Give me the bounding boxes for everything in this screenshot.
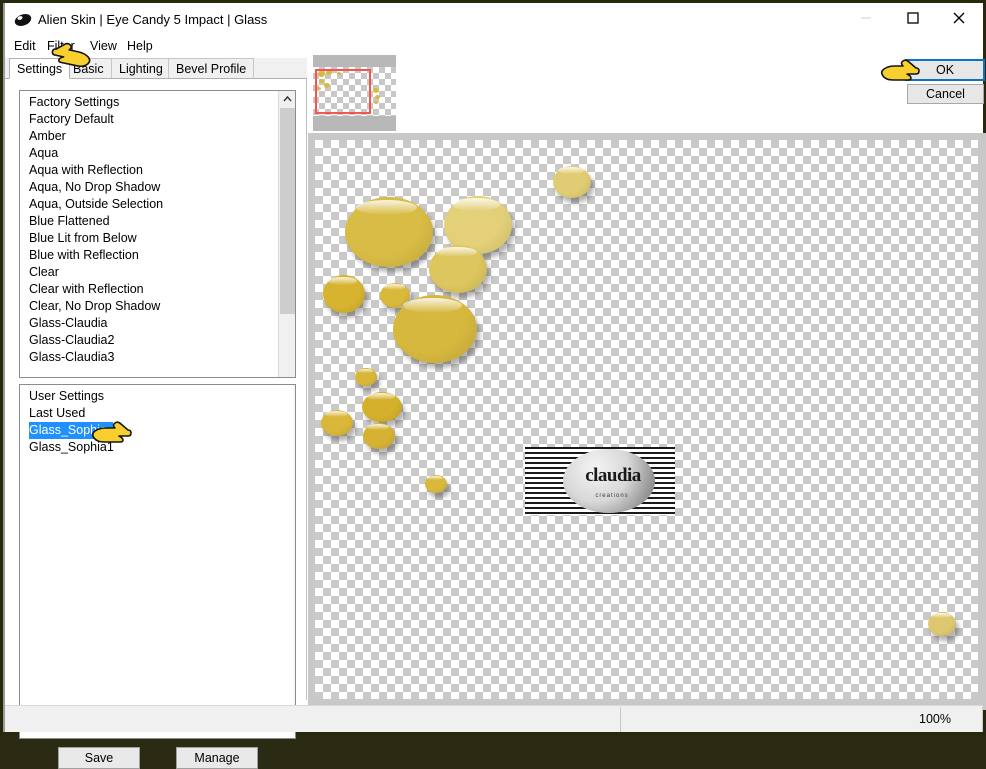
factory-settings-header: Factory Settings — [29, 95, 120, 109]
scrollbar-thumb[interactable] — [280, 108, 295, 314]
factory-list-item[interactable]: Glass-Claudia2 — [20, 332, 295, 349]
factory-settings-items: Factory Default Amber Aqua Aqua with Reflec… — [20, 111, 295, 366]
factory-list-item[interactable]: Aqua with Reflection — [20, 162, 295, 179]
user-settings-list[interactable]: User Settings Last Used Glass_Sophia Glass… — [19, 384, 296, 739]
factory-settings-list[interactable]: Factory Settings Factory Default Amber Aqu… — [19, 90, 296, 378]
preview-canvas[interactable]: claudia creations — [315, 140, 978, 699]
menu-item-filter[interactable]: Filter — [43, 38, 79, 54]
factory-list-item[interactable]: Blue Lit from Below — [20, 230, 295, 247]
status-separator — [982, 707, 983, 732]
status-bar: 100% — [5, 705, 983, 732]
tab-basic[interactable]: Basic — [65, 58, 112, 79]
user-list-item[interactable]: Glass_Sophia — [20, 422, 295, 439]
application-window: Alien Skin | Eye Candy 5 Impact | Glass … — [0, 0, 986, 769]
claudia-watermark: claudia creations — [525, 447, 675, 515]
settings-panel: Factory Settings Factory Default Amber Aqu… — [5, 79, 307, 769]
blob-highlight — [557, 167, 585, 175]
factory-list-item[interactable]: Aqua, No Drop Shadow — [20, 179, 295, 196]
blob-highlight — [403, 297, 462, 313]
blob-highlight — [324, 411, 348, 417]
blob-highlight — [366, 393, 395, 400]
close-icon[interactable] — [936, 3, 982, 33]
blob-highlight — [366, 424, 390, 430]
preview-area[interactable]: claudia creations — [308, 133, 986, 710]
glass-blob — [345, 197, 433, 267]
blob-highlight — [931, 612, 951, 619]
user-list-item[interactable]: Glass_Sophia1 — [20, 439, 295, 456]
blob-highlight — [355, 199, 418, 216]
factory-list-item[interactable]: Blue with Reflection — [20, 247, 295, 264]
maximize-icon[interactable] — [890, 3, 936, 33]
zoom-level-label: 100% — [919, 712, 951, 726]
blob-highlight — [328, 276, 358, 285]
navigator-viewport-rect[interactable] — [315, 69, 371, 114]
tab-strip: Settings Basic Lighting Bevel Profile — [5, 58, 307, 79]
menu-item-help[interactable]: Help — [123, 38, 157, 54]
factory-list-item[interactable]: Amber — [20, 128, 295, 145]
glass-blob — [429, 245, 487, 293]
glass-blob — [321, 410, 353, 436]
menu-item-view[interactable]: View — [86, 38, 121, 54]
tab-settings[interactable]: Settings — [9, 58, 71, 79]
factory-list-item[interactable]: Factory Default — [20, 111, 295, 128]
glass-blob — [928, 612, 956, 636]
glass-blob — [425, 475, 447, 493]
factory-list-scrollbar[interactable] — [278, 91, 295, 377]
tab-lighting[interactable]: Lighting — [111, 58, 171, 79]
manage-button[interactable]: Manage — [176, 747, 258, 769]
menu-item-edit[interactable]: Edit — [10, 38, 40, 54]
tab-bevel-profile[interactable]: Bevel Profile — [168, 58, 255, 79]
factory-list-item[interactable]: Clear — [20, 264, 295, 281]
chevron-up-icon[interactable] — [279, 91, 295, 108]
user-list-item-label: Last Used — [29, 406, 86, 420]
glass-blob — [363, 423, 395, 449]
factory-list-item[interactable]: Clear, No Drop Shadow — [20, 298, 295, 315]
user-settings-items: Last Used Glass_Sophia Glass_Sophia1 — [20, 405, 295, 456]
ok-button[interactable]: OK — [905, 59, 985, 81]
watermark-subtext: creations — [595, 493, 629, 499]
user-list-scrollbar[interactable] — [293, 385, 295, 738]
cancel-button[interactable]: Cancel — [907, 84, 984, 104]
window-title: Alien Skin | Eye Candy 5 Impact | Glass — [38, 12, 268, 27]
user-list-item-label: Glass_Sophia1 — [29, 440, 114, 454]
factory-list-item[interactable]: Clear with Reflection — [20, 281, 295, 298]
title-bar: Alien Skin | Eye Candy 5 Impact | Glass — [5, 3, 983, 37]
app-logo-icon — [14, 11, 32, 29]
blob-highlight — [452, 198, 500, 212]
user-list-item-label: Glass_Sophia — [29, 422, 113, 439]
glass-blob — [393, 295, 477, 363]
factory-list-item[interactable]: Glass-Claudia — [20, 315, 295, 332]
blob-highlight — [383, 284, 405, 290]
preview-toolbar: Preview Background: None OK Cancel — [308, 36, 985, 162]
user-list-item[interactable]: Last Used — [20, 405, 295, 422]
glass-blob — [553, 166, 591, 198]
save-button[interactable]: Save — [58, 747, 140, 769]
minimize-icon[interactable] — [843, 3, 889, 33]
preview-panel: Preview Background: None OK Cancel claud… — [308, 36, 986, 732]
glass-blob — [355, 368, 377, 386]
window-inner: Alien Skin | Eye Candy 5 Impact | Glass … — [3, 3, 986, 769]
glass-blob — [323, 275, 365, 313]
user-settings-header: User Settings — [29, 389, 105, 403]
blob-highlight — [435, 246, 477, 258]
status-separator — [620, 707, 621, 732]
navigator-thumbnail[interactable] — [313, 55, 396, 131]
blob-highlight — [357, 368, 374, 373]
watermark-text: claudia — [585, 465, 641, 486]
factory-list-item[interactable]: Aqua, Outside Selection — [20, 196, 295, 213]
glass-blob — [362, 392, 402, 422]
factory-list-item[interactable]: Blue Flattened — [20, 213, 295, 230]
factory-list-item[interactable]: Aqua — [20, 145, 295, 162]
blob-highlight — [427, 475, 444, 480]
factory-list-item[interactable]: Glass-Claudia3 — [20, 349, 295, 366]
